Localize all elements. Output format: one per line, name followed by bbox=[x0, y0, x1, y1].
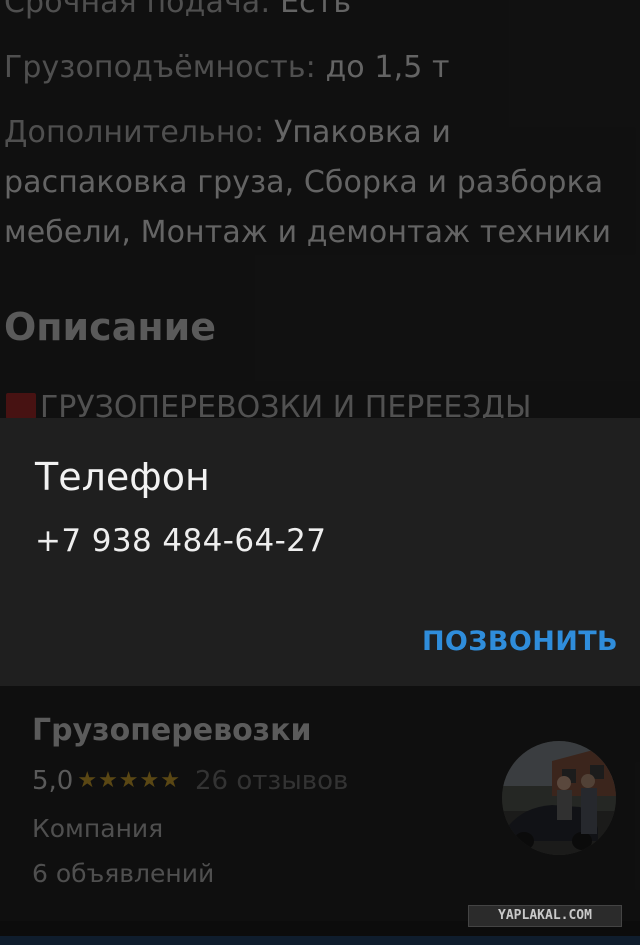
rating-value: 5,0 bbox=[32, 766, 74, 796]
extra-services-label: Дополнительно: bbox=[4, 115, 265, 150]
seller-rating[interactable]: 5,0 ★★★★★ 26 отзывов bbox=[32, 766, 348, 796]
call-button[interactable]: ПОЗВОНИТЬ bbox=[422, 626, 618, 657]
seller-type: Компания bbox=[32, 814, 164, 843]
extra-services-row: Дополнительно: Упаковка и распаковка гру… bbox=[4, 108, 634, 258]
watermark-logo: YAPLAKAL.COM bbox=[468, 905, 622, 927]
seller-avatar[interactable] bbox=[502, 741, 616, 855]
description-heading: Описание bbox=[4, 305, 217, 349]
seller-name[interactable]: Грузоперевозки bbox=[32, 713, 312, 748]
dialog-title: Телефон bbox=[35, 455, 210, 499]
package-icon bbox=[6, 393, 36, 419]
seller-card[interactable]: Грузоперевозки 5,0 ★★★★★ 26 отзывов Компан… bbox=[0, 686, 640, 921]
reviews-count[interactable]: 26 отзывов bbox=[195, 766, 348, 796]
urgent-delivery-label: Срочная подача: bbox=[4, 0, 271, 20]
listing-details: Срочная подача: Есть Грузоподъёмность: д… bbox=[0, 0, 640, 425]
rating-stars-icon: ★★★★★ bbox=[77, 768, 181, 793]
seller-ads-count[interactable]: 6 объявлений bbox=[32, 859, 214, 888]
phone-number[interactable]: +7 938 484-64-27 bbox=[35, 523, 326, 559]
urgent-delivery-value: Есть bbox=[280, 0, 352, 20]
avatar-photo bbox=[502, 741, 616, 855]
capacity-label: Грузоподъёмность: bbox=[4, 50, 316, 85]
bottom-bar bbox=[0, 936, 640, 945]
capacity-row: Грузоподъёмность: до 1,5 т bbox=[4, 43, 450, 93]
capacity-value: до 1,5 т bbox=[325, 50, 450, 85]
phone-dialog: Телефон +7 938 484-64-27 ПОЗВОНИТЬ bbox=[0, 418, 640, 686]
urgent-delivery-row: Срочная подача: Есть bbox=[4, 0, 351, 28]
